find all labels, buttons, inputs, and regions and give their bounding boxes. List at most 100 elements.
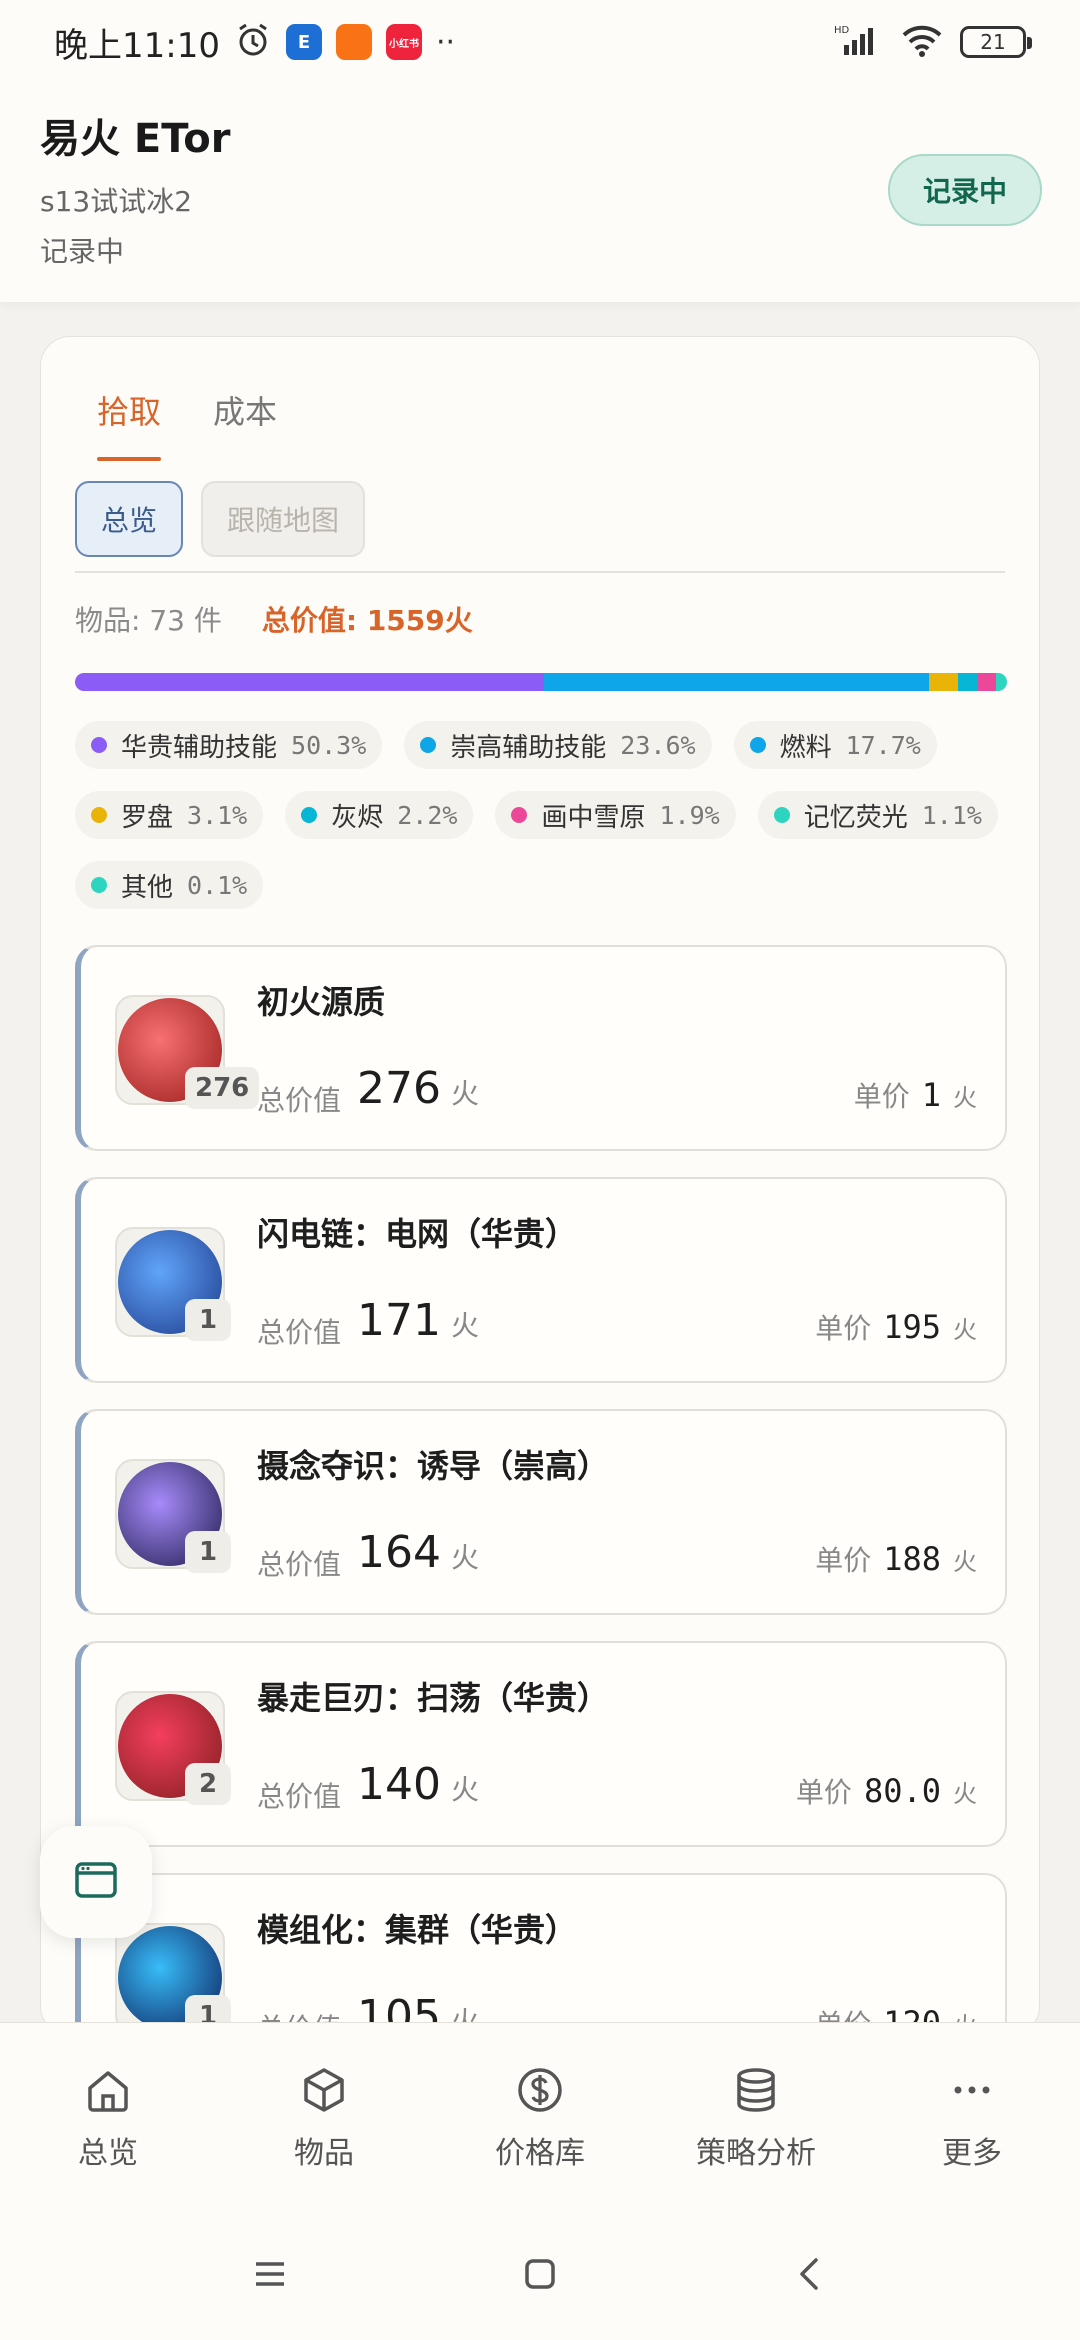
distribution-segment <box>978 673 996 691</box>
legend-dot <box>91 737 107 753</box>
item-card[interactable]: 276 初火源质 总价值 276 火单价 1 火 <box>75 945 1007 1151</box>
legend-label: 燃料 <box>779 732 832 763</box>
legend-label: 其他 <box>121 872 174 903</box>
distribution-segment <box>763 673 929 691</box>
item-quantity: 276 <box>185 1067 260 1109</box>
item-unit-label: 单价 <box>815 1312 872 1345</box>
legend-label: 灰烬 <box>331 802 384 833</box>
item-total-value: 276 火 <box>357 1063 479 1114</box>
nav-label: 价格库 <box>495 2135 585 2171</box>
legend-percent: 50.3% <box>291 730 367 760</box>
item-quantity: 2 <box>185 1763 231 1805</box>
item-total-label: 总价值 <box>257 1780 342 1813</box>
total-value: 总价值: 1559火 <box>261 604 473 637</box>
item-unit-unit: 火 <box>953 1084 977 1112</box>
legend-item: 华贵辅助技能 50.3% <box>75 721 383 769</box>
app-e-icon: E <box>285 24 322 60</box>
item-unit-price-group: 单价 195 火 <box>815 1307 977 1347</box>
legend-label: 罗盘 <box>121 802 174 833</box>
distribution-segment <box>995 673 1007 691</box>
item-unit-unit: 火 <box>953 1316 977 1344</box>
item-total-number: 276 <box>357 1063 441 1114</box>
item-unit-price: 80.0 <box>863 1772 941 1810</box>
divider <box>75 571 1005 573</box>
recording-status-text: 记录中 <box>40 235 125 268</box>
item-total-unit: 火 <box>450 1077 479 1110</box>
more-dots-icon: ·· <box>435 24 456 60</box>
app-red-icon: 小红书 <box>385 24 422 60</box>
nav-strategy[interactable]: 策略分析 <box>648 2023 864 2212</box>
item-unit-price: 188 <box>883 1540 941 1578</box>
legend-label: 华贵辅助技能 <box>121 732 278 763</box>
legend-dot <box>301 807 318 823</box>
item-total-unit: 火 <box>450 1541 479 1574</box>
legend-item: 灰烬 2.2% <box>285 791 474 839</box>
pickup-card: 拾取 成本 总览 跟随地图 物品: 73 件 总价值: 1559火 华贵辅助技能… <box>40 336 1040 2036</box>
bottom-nav: 总览 物品 价格库 策略分析 更多 <box>0 2022 1080 2212</box>
legend-dot <box>91 807 107 823</box>
item-unit-price: 1 <box>921 1076 941 1114</box>
item-card[interactable]: 1模组化：集群（华贵）总价值105火单价120火 <box>75 1873 1007 2035</box>
subtab-overview[interactable]: 总览 <box>75 481 184 557</box>
item-unit-price: 195 <box>883 1308 941 1346</box>
legend-item: 燃料 17.7% <box>733 721 937 769</box>
item-name: 摄念夺识：诱导（崇高） <box>257 1447 610 1485</box>
item-total-value: 140 火 <box>357 1759 479 1810</box>
distribution-segment <box>928 673 958 691</box>
legend-dot <box>749 737 766 753</box>
nav-label: 更多 <box>942 2135 1002 2171</box>
dollar-icon <box>514 2064 566 2120</box>
distribution-bar <box>75 673 1007 691</box>
item-total-unit: 火 <box>450 1309 479 1342</box>
legend-percent: 3.1% <box>187 800 248 830</box>
legend-label: 画中雪原 <box>541 802 646 833</box>
window-icon <box>72 1856 120 1908</box>
floating-window-button[interactable] <box>40 1826 152 1938</box>
legend-item: 崇高辅助技能 23.6% <box>404 721 712 769</box>
nav-overview[interactable]: 总览 <box>0 2023 216 2212</box>
subtab-follow-map[interactable]: 跟随地图 <box>201 481 366 557</box>
legend-label: 记忆荧光 <box>803 802 908 833</box>
home-square-icon[interactable] <box>520 2254 560 2298</box>
home-icon <box>82 2064 134 2120</box>
legend-item: 其他 0.1% <box>75 861 264 909</box>
item-name: 闪电链：电网（华贵） <box>257 1215 578 1253</box>
item-total-label: 总价值 <box>257 1084 342 1117</box>
item-card[interactable]: 2 暴走巨刃：扫荡（华贵） 总价值 140 火 单价 80.0 火 <box>75 1641 1007 1847</box>
tab-cost[interactable]: 成本 <box>213 387 277 457</box>
item-name: 模组化：集群（华贵） <box>257 1911 578 1949</box>
nav-more[interactable]: 更多 <box>864 2023 1080 2212</box>
item-total-value: 164 火 <box>357 1527 479 1578</box>
app-orange-icon <box>335 24 372 60</box>
menu-icon[interactable] <box>250 2254 290 2298</box>
item-total-label: 总价值 <box>257 1548 342 1581</box>
nav-price-db[interactable]: 价格库 <box>432 2023 648 2212</box>
item-quantity: 1 <box>185 1531 231 1573</box>
item-unit-price-group: 单价 80.0 火 <box>796 1771 977 1811</box>
item-total-number: 171 <box>357 1295 441 1346</box>
nav-items[interactable]: 物品 <box>216 2023 432 2212</box>
app-header: 易火 ETor s13试试冰2 记录中 记录中 <box>0 84 1080 302</box>
legend-dot <box>91 877 107 893</box>
legend-label: 崇高辅助技能 <box>450 732 607 763</box>
legend-percent: 2.2% <box>397 800 458 830</box>
legend-percent: 0.1% <box>187 870 248 900</box>
system-nav-bar <box>0 2212 1080 2340</box>
item-total-number: 140 <box>357 1759 441 1810</box>
item-name: 初火源质 <box>257 983 386 1021</box>
status-bar: 晚上11:10 E 小红书 ·· HD 21 <box>0 0 1080 84</box>
item-unit-unit: 火 <box>953 1780 977 1808</box>
item-card[interactable]: 1 摄念夺识：诱导（崇高） 总价值 164 火 单价 188 火 <box>75 1409 1007 1615</box>
item-name: 暴走巨刃：扫荡（华贵） <box>257 1679 610 1717</box>
back-icon[interactable] <box>790 2254 830 2298</box>
tab-pickup[interactable]: 拾取 <box>97 387 162 461</box>
legend-percent: 1.9% <box>659 800 720 830</box>
item-unit-label: 单价 <box>815 1544 872 1577</box>
summary-row: 物品: 73 件 总价值: 1559火 <box>75 599 473 639</box>
legend-item: 记忆荧光 1.1% <box>757 791 998 839</box>
recording-button[interactable]: 记录中 <box>888 154 1042 226</box>
item-card[interactable]: 1 闪电链：电网（华贵） 总价值 171 火 单价 195 火 <box>75 1177 1007 1383</box>
subtab-bar: 总览 跟随地图 <box>75 481 366 557</box>
item-unit-price-group: 单价 188 火 <box>815 1539 977 1579</box>
item-unit-price-group: 单价 1 火 <box>854 1075 977 1115</box>
